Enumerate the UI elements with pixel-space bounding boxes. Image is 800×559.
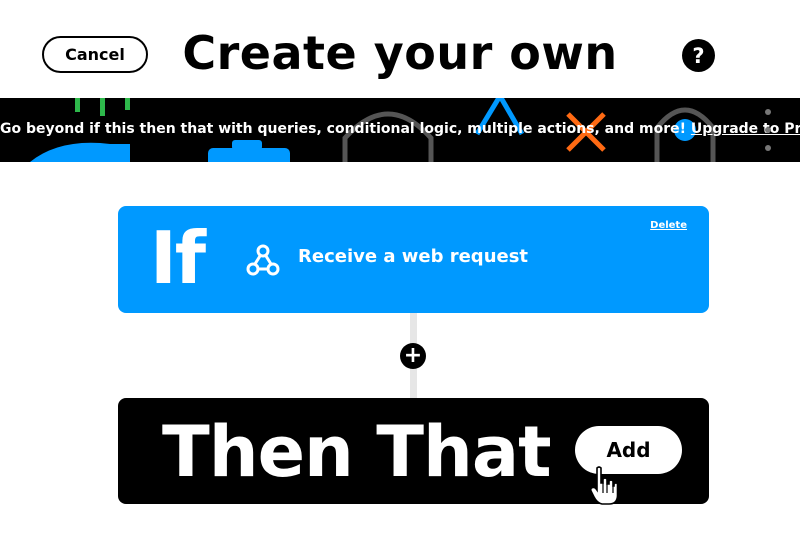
if-label: If bbox=[150, 216, 206, 300]
upgrade-link[interactable]: Upgrade to Pro bbox=[691, 121, 800, 137]
promo-text: Go beyond if this then that with queries… bbox=[0, 121, 800, 137]
then-label: Then That bbox=[162, 411, 552, 493]
hand-cursor-icon bbox=[589, 466, 619, 505]
trigger-name: Receive a web request bbox=[298, 246, 529, 267]
then-action-card: Then That Add bbox=[118, 398, 709, 504]
webhook-icon bbox=[246, 244, 280, 276]
if-trigger-card[interactable]: If Receive a web request Delete bbox=[118, 206, 709, 313]
promo-message: Go beyond if this then that with queries… bbox=[0, 121, 686, 137]
page-title: Create your own bbox=[182, 26, 618, 80]
delete-link[interactable]: Delete bbox=[650, 220, 687, 231]
add-step-button[interactable]: + bbox=[400, 343, 426, 369]
help-icon[interactable]: ? bbox=[682, 39, 715, 72]
promo-banner: Go beyond if this then that with queries… bbox=[0, 98, 800, 162]
more-options-icon[interactable] bbox=[765, 109, 773, 163]
